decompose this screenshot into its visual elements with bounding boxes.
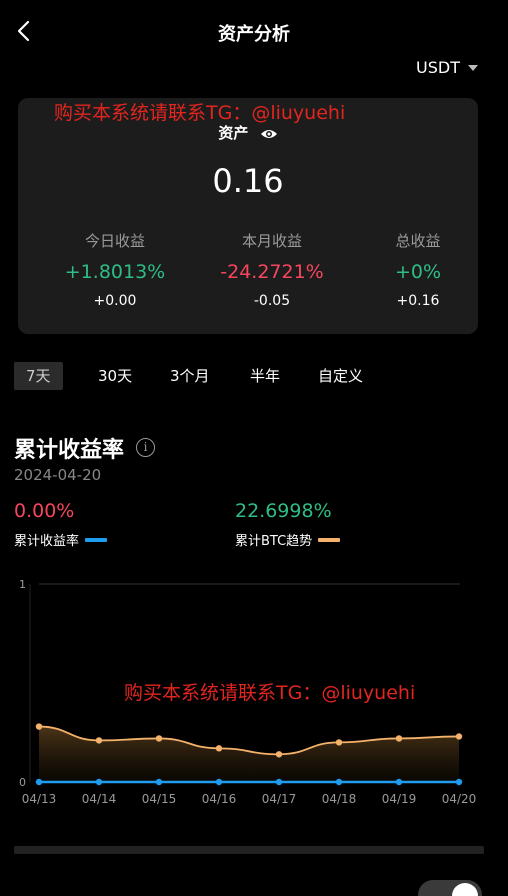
tab-30d[interactable]: 30天 bbox=[98, 362, 132, 390]
y-tick-label: 0 bbox=[19, 776, 26, 789]
btc-trend-point bbox=[35, 723, 43, 730]
section-date: 2024-04-20 bbox=[14, 466, 102, 484]
tab-3m[interactable]: 3个月 bbox=[170, 362, 210, 390]
legend-swatch-orange bbox=[318, 537, 341, 542]
btc-trend-point bbox=[275, 751, 283, 758]
tab-custom[interactable]: 自定义 bbox=[318, 362, 363, 390]
metric-value: 22.6998% bbox=[235, 500, 332, 522]
btc-trend-area bbox=[39, 726, 459, 782]
asset-header: 资产 bbox=[18, 122, 478, 143]
x-tick-label: 04/17 bbox=[262, 792, 297, 806]
stat-percent: +1.8013% bbox=[64, 261, 166, 283]
legend-return: 累计收益率 bbox=[14, 530, 108, 549]
legend-swatch-blue bbox=[85, 537, 108, 542]
btc-trend-point bbox=[395, 735, 403, 742]
cumulative-return-point bbox=[95, 778, 103, 786]
btc-trend-point bbox=[335, 739, 343, 746]
cumulative-return-point bbox=[275, 778, 283, 786]
btc-trend-point bbox=[215, 745, 223, 752]
section-title: 累计收益率 bbox=[14, 438, 125, 463]
stat-percent: +0% bbox=[394, 261, 442, 283]
y-tick-label: 1 bbox=[19, 578, 26, 591]
cumulative-return-point bbox=[335, 778, 343, 786]
watermark-chart: 购买本系统请联系TG：@liuyuehi bbox=[124, 682, 416, 704]
page-title: 资产分析 bbox=[218, 24, 290, 45]
toggle-knob bbox=[452, 883, 478, 896]
x-tick-label: 04/13 bbox=[22, 792, 57, 806]
metric-value: 0.00% bbox=[14, 500, 75, 522]
metric-name: 累计BTC趋势 bbox=[235, 534, 313, 549]
period-tabs: 7天 30天 3个月 半年 自定义 bbox=[0, 362, 508, 390]
metric-name: 累计收益率 bbox=[14, 534, 80, 549]
metric-btc: 22.6998% 累计BTC趋势 bbox=[235, 500, 341, 549]
cumulative-return-point bbox=[35, 778, 43, 786]
stat-today: 今日收益 +1.8013% +0.00 bbox=[52, 230, 178, 309]
cumulative-return-point bbox=[455, 778, 463, 786]
caret-down-icon bbox=[468, 64, 478, 71]
x-tick-label: 04/15 bbox=[142, 792, 177, 806]
tab-7d[interactable]: 7天 bbox=[14, 362, 63, 390]
btc-trend-point bbox=[95, 737, 103, 744]
stat-amount: +0.00 bbox=[93, 293, 137, 309]
info-icon[interactable]: i bbox=[136, 438, 155, 457]
x-tick-label: 04/19 bbox=[382, 792, 417, 806]
cumulative-return-point bbox=[155, 778, 163, 786]
metric-return: 0.00% 累计收益率 bbox=[14, 500, 108, 549]
legend-btc: 累计BTC趋势 bbox=[235, 530, 341, 549]
section-divider bbox=[14, 846, 484, 854]
btc-trend-point bbox=[455, 733, 463, 740]
stat-month: 本月收益 -24.2721% -0.05 bbox=[194, 230, 350, 309]
x-tick-label: 04/14 bbox=[82, 792, 117, 806]
x-tick-label: 04/18 bbox=[322, 792, 357, 806]
stat-label: 今日收益 bbox=[84, 232, 145, 250]
header: 资产分析 bbox=[0, 0, 508, 62]
asset-label: 资产 bbox=[218, 124, 249, 142]
asset-value: 0.16 bbox=[212, 162, 284, 200]
cumulative-return-point bbox=[215, 778, 223, 786]
stat-amount: +0.16 bbox=[396, 293, 440, 309]
currency-label: USDT bbox=[416, 58, 460, 77]
stat-label: 本月收益 bbox=[241, 232, 302, 250]
eye-icon[interactable] bbox=[260, 128, 278, 140]
currency-selector[interactable]: USDT bbox=[416, 58, 478, 77]
watermark-top: 购买本系统请联系TG：@liuyuehi bbox=[54, 102, 346, 124]
stat-label: 总收益 bbox=[395, 232, 441, 250]
asset-card: 资产 0.16 今日收益 +1.8013% +0.00 本月收益 -24.272… bbox=[18, 98, 478, 334]
x-tick-label: 04/16 bbox=[202, 792, 237, 806]
btc-trend-point bbox=[155, 735, 163, 742]
tab-half-year[interactable]: 半年 bbox=[250, 362, 280, 390]
stat-percent: -24.2721% bbox=[220, 261, 324, 283]
cumulative-return-point bbox=[395, 778, 403, 786]
stat-amount: -0.05 bbox=[253, 293, 291, 309]
x-tick-label: 04/20 bbox=[442, 792, 477, 806]
stat-total: 总收益 +0% +0.16 bbox=[378, 230, 458, 309]
toggle-switch[interactable] bbox=[418, 880, 482, 896]
